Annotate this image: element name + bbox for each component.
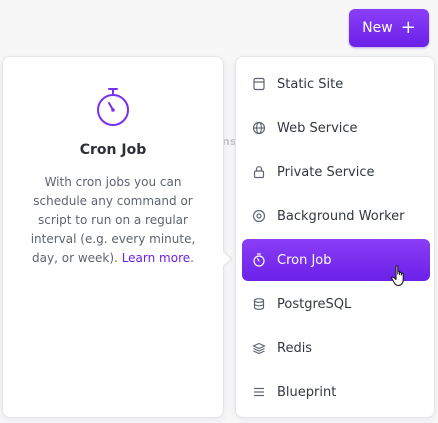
new-button[interactable]: New + (349, 9, 429, 47)
menu-item-postgresql[interactable]: PostgreSQL (242, 283, 430, 325)
info-card-description: With cron jobs you can schedule any comm… (30, 175, 196, 265)
database-icon (251, 296, 267, 312)
globe-icon (251, 120, 267, 136)
file-icon (251, 76, 267, 92)
stopwatch-icon (97, 88, 129, 126)
info-card-title: Cron Job (79, 142, 147, 158)
menu-item-label: Redis (277, 340, 313, 356)
menu-item-label: Private Service (277, 164, 375, 180)
new-service-dropdown: Static Site Web Service Private Service … (235, 56, 435, 418)
cron-job-info-card: Cron Job With cron jobs you can schedule… (2, 56, 224, 418)
new-button-label: New (362, 20, 393, 36)
gear-icon (251, 208, 267, 224)
learn-more-link[interactable]: Learn more (122, 251, 190, 265)
stack-icon (251, 340, 267, 356)
new-service-menu-stage: ns New + Cron Job With cron jobs you can… (0, 0, 438, 423)
menu-item-redis[interactable]: Redis (242, 327, 430, 369)
menu-item-blueprint[interactable]: Blueprint (242, 371, 430, 413)
menu-item-label: Web Service (277, 120, 358, 136)
lines-icon (251, 384, 267, 400)
menu-item-label: Cron Job (277, 252, 332, 268)
hand-cursor-icon (391, 265, 404, 287)
menu-item-label: Static Site (277, 76, 344, 92)
menu-item-label: Blueprint (277, 384, 337, 400)
plus-icon: + (400, 16, 416, 38)
menu-item-web-service[interactable]: Web Service (242, 107, 430, 149)
menu-item-label: PostgreSQL (277, 296, 352, 312)
menu-item-background-worker[interactable]: Background Worker (242, 195, 430, 237)
menu-item-private-service[interactable]: Private Service (242, 151, 430, 193)
menu-item-label: Background Worker (277, 208, 405, 224)
stopwatch-icon (251, 252, 267, 268)
menu-item-static-site[interactable]: Static Site (242, 63, 430, 105)
lock-icon (251, 164, 267, 180)
info-card-pointer (223, 251, 233, 267)
